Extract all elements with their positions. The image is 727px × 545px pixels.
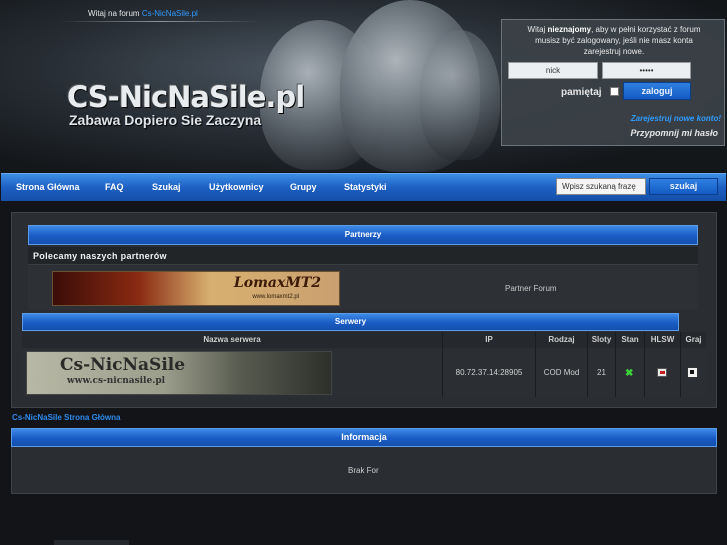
status-icon: ✖: [625, 368, 634, 379]
remember-label: pamiętaj: [561, 87, 602, 98]
partner-label: Partner Forum: [505, 284, 557, 293]
search-button[interactable]: szukaj: [649, 178, 718, 195]
main-navigation: Strona Główna FAQ Szukaj Użytkownicy Gru…: [1, 173, 726, 201]
col-ip: IP: [485, 335, 493, 344]
breadcrumb[interactable]: Cs-NicNaSile Strona Główna: [12, 413, 120, 422]
server-banner-url: www.cs-nicnasile.pl: [67, 376, 166, 386]
server-banner[interactable]: Cs-NicNaSile www.cs-nicnasile.pl: [26, 351, 332, 395]
login-info-line3: zarejestruj nowe.: [583, 47, 645, 56]
nav-home[interactable]: Strona Główna: [16, 182, 80, 192]
remember-checkbox[interactable]: [610, 87, 619, 96]
partners-heading: Polecamy naszych partnerów: [28, 247, 698, 265]
site-tagline: Zabawa Dopiero Sie Zaczyna: [69, 112, 262, 128]
nav-users[interactable]: Użytkownicy: [209, 182, 264, 192]
login-panel: Witaj nieznajomy, aby w pełni korzystać …: [501, 19, 725, 146]
login-info-greeting: Witaj: [527, 25, 546, 34]
divider: [60, 21, 260, 22]
forum-home-link[interactable]: Cs-NicNaSile.pl: [142, 9, 198, 18]
play-icon[interactable]: [687, 367, 698, 378]
partner-banner[interactable]: LomaxMT2 www.lomaxmt2.pl: [52, 271, 340, 306]
login-info-user: nieznajomy: [547, 25, 592, 34]
col-play: Graj: [685, 335, 702, 344]
login-info-line2: musisz być zalogowany, jeśli nie masz ko…: [535, 36, 693, 45]
remind-password-link[interactable]: Przypomnij mi hasło: [630, 128, 718, 138]
login-info-text: Witaj nieznajomy, aby w pełni korzystać …: [510, 24, 718, 57]
col-status: Stan: [621, 335, 639, 344]
servers-bar: Serwery: [22, 313, 679, 331]
login-info-rest: , aby w pełni korzystać z forum: [591, 25, 701, 34]
info-bar: Informacja: [11, 428, 717, 447]
col-hlsw: HLSW: [650, 335, 675, 344]
nav-faq[interactable]: FAQ: [105, 182, 124, 192]
welcome-prefix: Witaj na forum: [88, 9, 140, 18]
hlsw-icon[interactable]: [657, 368, 667, 377]
login-button[interactable]: zaloguj: [623, 82, 691, 100]
server-slots: 21: [597, 368, 606, 377]
col-server-name: Nazwa serwera: [203, 335, 261, 344]
welcome-text: Witaj na forum Cs-NicNaSile.pl: [88, 9, 198, 18]
partner-banner-url: www.lomaxmt2.pl: [252, 294, 299, 300]
col-type: Rodzaj: [548, 335, 575, 344]
register-link[interactable]: Zarejestruj nowe konto!: [631, 114, 721, 123]
server-type: COD Mod: [543, 368, 580, 377]
partner-banner-name: LomaxMT2: [233, 275, 321, 291]
site-logo[interactable]: CS-NicNaSile.pl: [67, 80, 305, 114]
nav-stats[interactable]: Statystyki: [344, 182, 387, 192]
info-body-text: Brak For: [348, 466, 379, 475]
password-field[interactable]: •••••: [602, 62, 691, 79]
server-ip: 80.72.37.14:28905: [455, 368, 523, 377]
search-input[interactable]: Wpisz szukaną frazę: [556, 178, 646, 195]
soldier-artwork-3: [420, 30, 500, 160]
nav-search[interactable]: Szukaj: [152, 182, 181, 192]
server-banner-name: Cs-NicNaSile: [60, 355, 186, 375]
bottom-strip: [54, 540, 129, 545]
partners-bar: Partnerzy: [28, 225, 698, 245]
username-field[interactable]: nick: [508, 62, 598, 79]
nav-groups[interactable]: Grupy: [290, 182, 317, 192]
col-slots: Sloty: [591, 335, 612, 344]
